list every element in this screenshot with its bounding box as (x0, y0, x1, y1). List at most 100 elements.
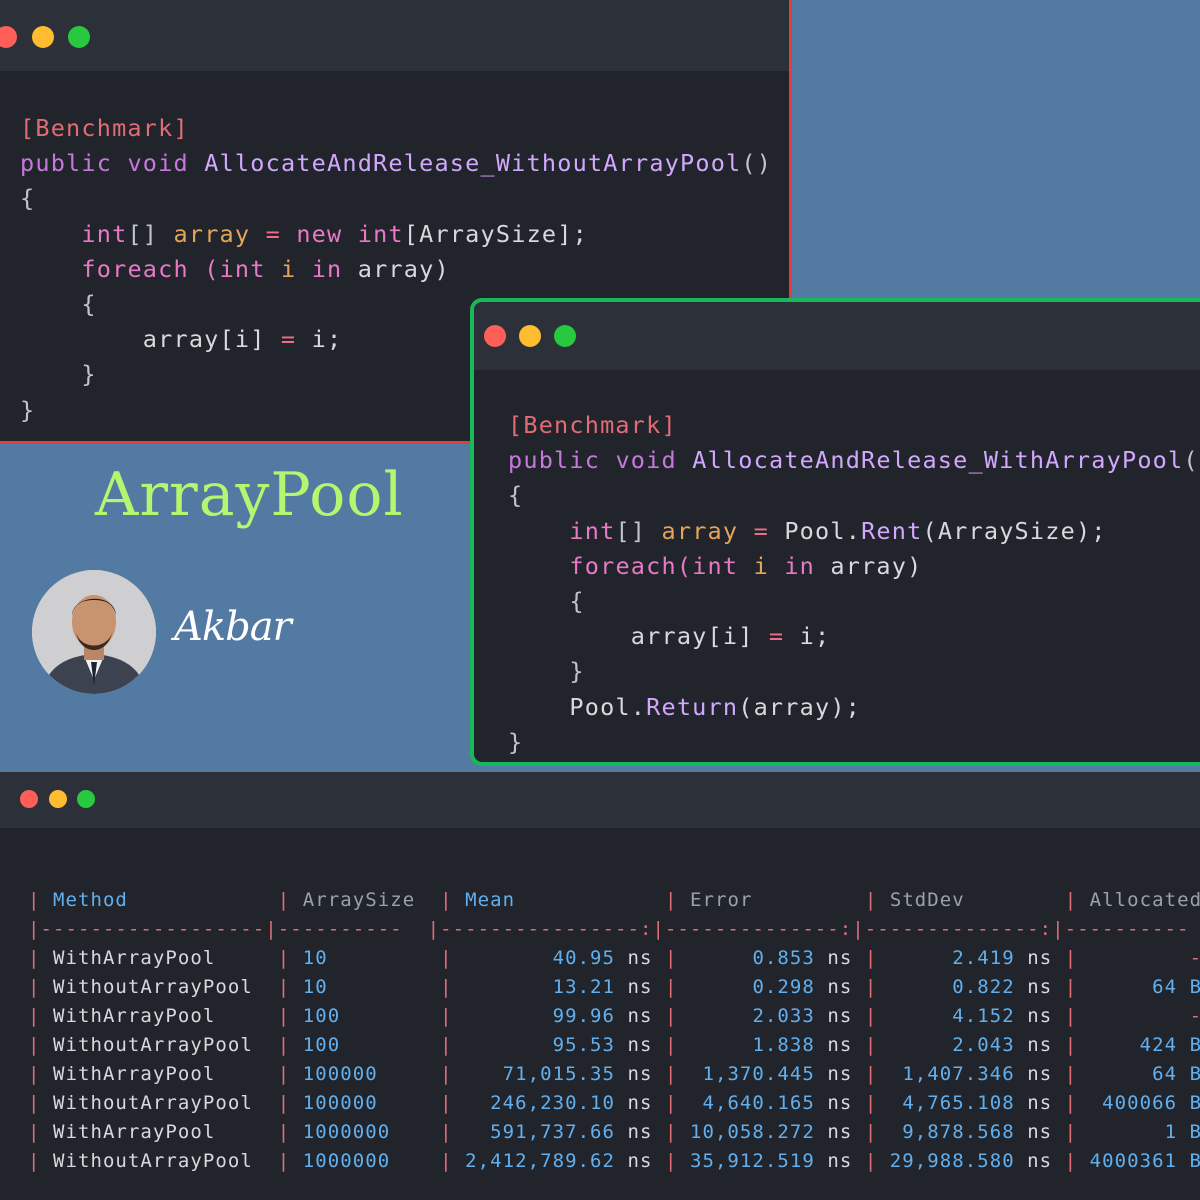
code-block-with-arraypool: [Benchmark] public void AllocateAndReleas… (508, 408, 1200, 760)
code-token: } (508, 727, 524, 756)
column-header: Error (689, 889, 753, 911)
stddev-cell: 9,878.568 (902, 1121, 1015, 1143)
arraysize-cell: 10 (302, 947, 328, 969)
code-line: } (508, 654, 1200, 689)
arraysize-cell: 100000 (302, 1063, 378, 1085)
column-separator: | (265, 889, 303, 911)
unit-label: ns (814, 1092, 853, 1114)
column-separator: | (852, 889, 890, 911)
mean-cell: 95.53 (552, 1034, 616, 1056)
code-token: public (508, 446, 601, 475)
error-cell: 0.853 (752, 947, 815, 969)
unit-label: ns (1014, 1063, 1053, 1085)
column-separator: | (1052, 1063, 1090, 1085)
column-separator: | (852, 1063, 890, 1085)
code-token: [ArraySize]; (403, 219, 588, 248)
method-cell: WithArrayPool (52, 1121, 216, 1143)
unit-label: ns (814, 1005, 853, 1027)
mean-cell: 13.21 (552, 976, 616, 998)
column-separator: | (852, 947, 890, 969)
mean-cell: 99.96 (552, 1005, 616, 1027)
method-cell: WithArrayPool (52, 1063, 216, 1085)
table-row: | WithoutArrayPool | 100 | 95.53 ns | 1.… (28, 1031, 1200, 1060)
error-cell: 2.033 (752, 1005, 815, 1027)
minimize-dot-icon[interactable] (519, 325, 541, 347)
code-line: public void AllocateAndRelease_WithArray… (508, 443, 1200, 478)
code-line: foreach(int i in array) (508, 549, 1200, 584)
stddev-cell: 1,407.346 (902, 1063, 1015, 1085)
benchmark-results-table: | Method | ArraySize | Mean | Error | St… (28, 886, 1200, 1176)
arraysize-cell: 100000 (302, 1092, 378, 1114)
column-separator: | (265, 1034, 303, 1056)
code-token: = (265, 219, 281, 248)
code-line: } (508, 725, 1200, 760)
column-separator: | (28, 1092, 53, 1114)
minimize-dot-icon[interactable] (49, 790, 67, 808)
allocated-cell: - (1190, 1005, 1200, 1027)
allocated-cell: - (1190, 947, 1200, 969)
column-separator: | (427, 947, 466, 969)
window-titlebar (0, 0, 789, 71)
close-dot-icon[interactable] (484, 325, 506, 347)
code-token: { (20, 289, 97, 318)
unit-label: ns (814, 976, 853, 998)
column-separator: | (1052, 947, 1090, 969)
maximize-dot-icon[interactable] (77, 790, 95, 808)
code-token: i (753, 551, 769, 580)
stddev-cell: 4.152 (952, 1005, 1015, 1027)
minimize-dot-icon[interactable] (32, 26, 54, 48)
column-separator: | (28, 1150, 53, 1172)
column-separator: | (265, 1150, 303, 1172)
column-separator: | (28, 1121, 53, 1143)
arraysize-cell: 1000000 (302, 1121, 391, 1143)
maximize-dot-icon[interactable] (554, 325, 576, 347)
close-dot-icon[interactable] (20, 790, 38, 808)
column-separator: | (652, 1005, 690, 1027)
table-row: | WithArrayPool | 100 | 99.96 ns | 2.033… (28, 1002, 1200, 1031)
column-separator: | (28, 889, 53, 911)
code-token: array) (815, 551, 923, 580)
error-cell: 4,640.165 (702, 1092, 815, 1114)
unit-label: ns (615, 1034, 653, 1056)
code-token: new (296, 219, 343, 248)
code-token: Pool. (768, 516, 862, 545)
error-cell: 0.298 (752, 976, 815, 998)
code-line: foreach (int i in array) (20, 252, 772, 287)
column-separator: | (852, 1150, 890, 1172)
avatar (32, 570, 156, 694)
code-token: int (357, 219, 404, 248)
brand-title: ArrayPool (95, 460, 404, 530)
code-token: void (127, 149, 189, 178)
arraysize-cell: 100 (302, 1034, 341, 1056)
error-cell: 35,912.519 (689, 1150, 815, 1172)
code-line: { (20, 181, 772, 216)
unit-label: ns (615, 1063, 653, 1085)
code-token: = (768, 622, 785, 651)
code-line: { (508, 584, 1200, 619)
column-separator: | (852, 1005, 890, 1027)
unit-label: ns (1014, 1150, 1053, 1172)
code-line: array[i] = i; (508, 619, 1200, 654)
method-cell: WithoutArrayPool (52, 1092, 253, 1114)
unit-label: ns (814, 1034, 853, 1056)
method-cell: WithoutArrayPool (52, 1034, 253, 1056)
table-row: | WithoutArrayPool | 1000000 | 2,412,789… (28, 1147, 1200, 1176)
column-separator: | (28, 1005, 53, 1027)
code-token: void (615, 446, 677, 475)
column-header: Mean (465, 889, 516, 911)
unit-label: ns (1014, 1005, 1053, 1027)
window-titlebar (474, 302, 1200, 370)
code-token: AllocateAndRelease_WithArrayPool (692, 446, 1184, 475)
column-separator: | (1052, 1034, 1090, 1056)
code-token: ( (204, 254, 220, 283)
code-token: array) (342, 254, 450, 283)
close-dot-icon[interactable] (0, 26, 17, 48)
maximize-dot-icon[interactable] (68, 26, 90, 48)
stddev-cell: 29,988.580 (889, 1150, 1015, 1172)
